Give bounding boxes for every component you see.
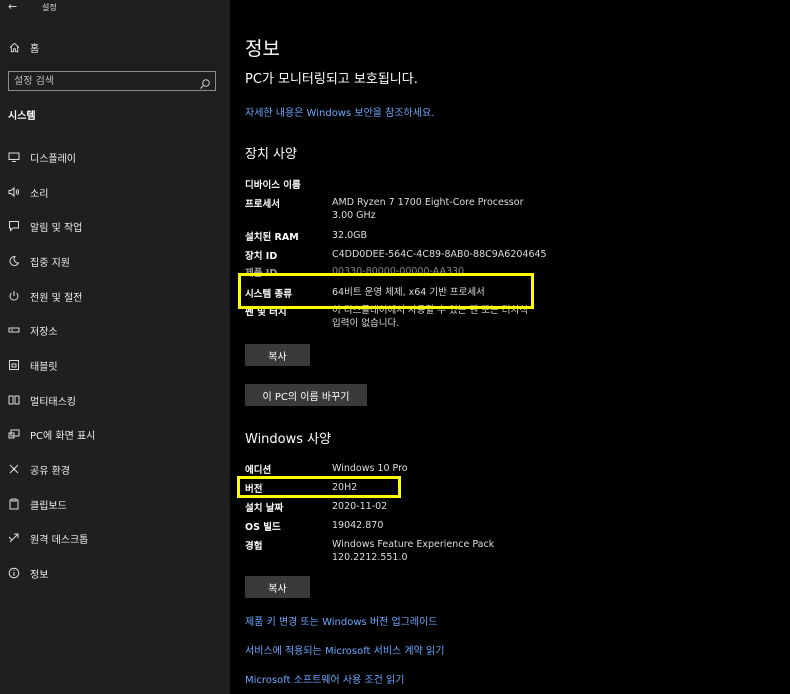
spec-key: OS 빌드 [245,522,281,533]
share-icon [8,463,20,475]
sidebar-item-label: 디스플레이 [30,153,76,165]
multitasking-icon [8,394,20,406]
search-field[interactable] [8,71,216,91]
copy-device-specs-button[interactable]: 복사 [245,344,310,366]
sidebar-item-storage[interactable]: 저장소 [0,319,230,341]
sidebar-item-label: 원격 데스크톱 [30,534,89,546]
spec-key: 설치된 RAM [245,232,299,243]
spec-value: 32.0GB [332,230,368,241]
spec-row-device-id: 장치 ID C4DD0DEE-564C-4C89-8AB0-88C9A62046… [245,248,765,262]
spec-key: 디바이스 이름 [245,180,301,191]
info-icon [8,567,20,579]
highlight-box-version [237,476,401,498]
spec-row-processor: 프로세서 AMD Ryzen 7 1700 Eight-Core Process… [245,196,765,221]
sidebar-item-label: 태블릿 [30,361,58,373]
protection-status: PC가 모니터링되고 보호됩니다. [245,72,418,87]
sidebar-section-heading: 시스템 [8,111,36,122]
spec-key: 에디션 [245,465,272,476]
home-icon [8,41,20,53]
spec-value: C4DD0DEE-564C-4C89-8AB0-88C9A6204645 [332,249,547,260]
spec-value-line2: 3.00 GHz [332,210,376,221]
spec-row-edition: 에디션 Windows 10 Pro [245,462,765,476]
main-content: 정보 PC가 모니터링되고 보호됩니다. 자세한 내용은 Windows 보안을… [230,0,790,694]
page-title: 정보 [245,38,280,60]
moon-icon [8,255,20,267]
spec-key: 프로세서 [245,199,280,210]
sidebar-item-label: 저장소 [30,326,58,338]
spec-key: 설치 날짜 [245,503,284,514]
sidebar-item-tablet[interactable]: 태블릿 [0,354,230,376]
sidebar-item-label: 소리 [30,188,49,200]
spec-row-experience: 경험 Windows Feature Experience Pack 120.2… [245,538,765,563]
storage-icon [8,324,20,336]
spec-row-install-date: 설치 날짜 2020-11-02 [245,500,765,514]
rename-pc-button[interactable]: 이 PC의 이름 바꾸기 [245,384,367,406]
speaker-icon [8,186,20,198]
notification-icon [8,220,20,232]
search-icon[interactable] [199,75,211,89]
sidebar-item-focus-assist[interactable]: 집중 지원 [0,250,230,272]
sidebar-item-label: 정보 [30,569,49,581]
search-input[interactable] [9,72,197,90]
sidebar-item-remote-desktop[interactable]: 원격 데스크톱 [0,527,230,549]
spec-value-line2: 입력이 없습니다. [332,318,400,329]
sidebar-item-label: PC에 화면 표시 [30,430,96,442]
sidebar-item-label: 공유 환경 [30,465,70,477]
copy-windows-specs-button[interactable]: 복사 [245,576,310,598]
spec-value: Windows 10 Pro [332,463,408,474]
clipboard-icon [8,498,20,510]
sidebar-item-multitasking[interactable]: 멀티태스킹 [0,389,230,411]
windows-security-link[interactable]: 자세한 내용은 Windows 보안을 참조하세요. [245,104,434,119]
sidebar: ← 설정 홈 시스템 디스플레이 소리 알림 및 작업 집중 지원 전원 및 절… [0,0,230,694]
spec-row-os-build: OS 빌드 19042.870 [245,519,765,533]
sidebar-item-display[interactable]: 디스플레이 [0,146,230,168]
spec-row-ram: 설치된 RAM 32.0GB [245,229,765,243]
sidebar-item-project[interactable]: PC에 화면 표시 [0,423,230,445]
license-terms-link[interactable]: Microsoft 소프트웨어 사용 조건 읽기 [245,671,404,686]
tablet-icon [8,359,20,371]
remote-desktop-icon [8,532,20,544]
highlight-box-system-type [238,273,534,309]
spec-row-device-name: 디바이스 이름 [245,177,765,191]
spec-key: 경험 [245,541,263,552]
sidebar-item-label: 전원 및 절전 [30,292,83,304]
spec-key: 장치 ID [245,251,278,262]
monitor-icon [8,151,20,163]
change-product-key-link[interactable]: 제품 키 변경 또는 Windows 버전 업그레이드 [245,613,438,628]
project-icon [8,428,20,440]
spec-value: Windows Feature Experience Pack [332,539,495,550]
sidebar-item-label: 홈 [30,44,40,55]
sidebar-item-power[interactable]: 전원 및 절전 [0,285,230,307]
sidebar-item-clipboard[interactable]: 클립보드 [0,493,230,515]
sidebar-item-label: 알림 및 작업 [30,222,83,234]
power-icon [8,290,20,302]
spec-value: 2020-11-02 [332,501,388,512]
app-title: 설정 [42,3,57,12]
services-agreement-link[interactable]: 서비스에 적용되는 Microsoft 서비스 계약 읽기 [245,642,444,657]
spec-value: 19042.870 [332,520,384,531]
device-specs-heading: 장치 사양 [245,147,297,162]
sidebar-item-label: 집중 지원 [30,257,70,269]
sidebar-item-label: 멀티태스킹 [30,396,76,408]
sidebar-item-home[interactable]: 홈 [0,36,230,58]
spec-value-line2: 120.2212.551.0 [332,552,408,563]
sidebar-item-sound[interactable]: 소리 [0,181,230,203]
windows-specs-heading: Windows 사양 [245,432,332,447]
sidebar-item-notifications[interactable]: 알림 및 작업 [0,215,230,237]
back-button[interactable]: ← [8,0,22,14]
sidebar-item-about[interactable]: 정보 [0,562,230,584]
sidebar-item-label: 클립보드 [30,500,67,512]
spec-value: AMD Ryzen 7 1700 Eight-Core Processor [332,197,524,208]
sidebar-item-shared-experiences[interactable]: 공유 환경 [0,458,230,480]
